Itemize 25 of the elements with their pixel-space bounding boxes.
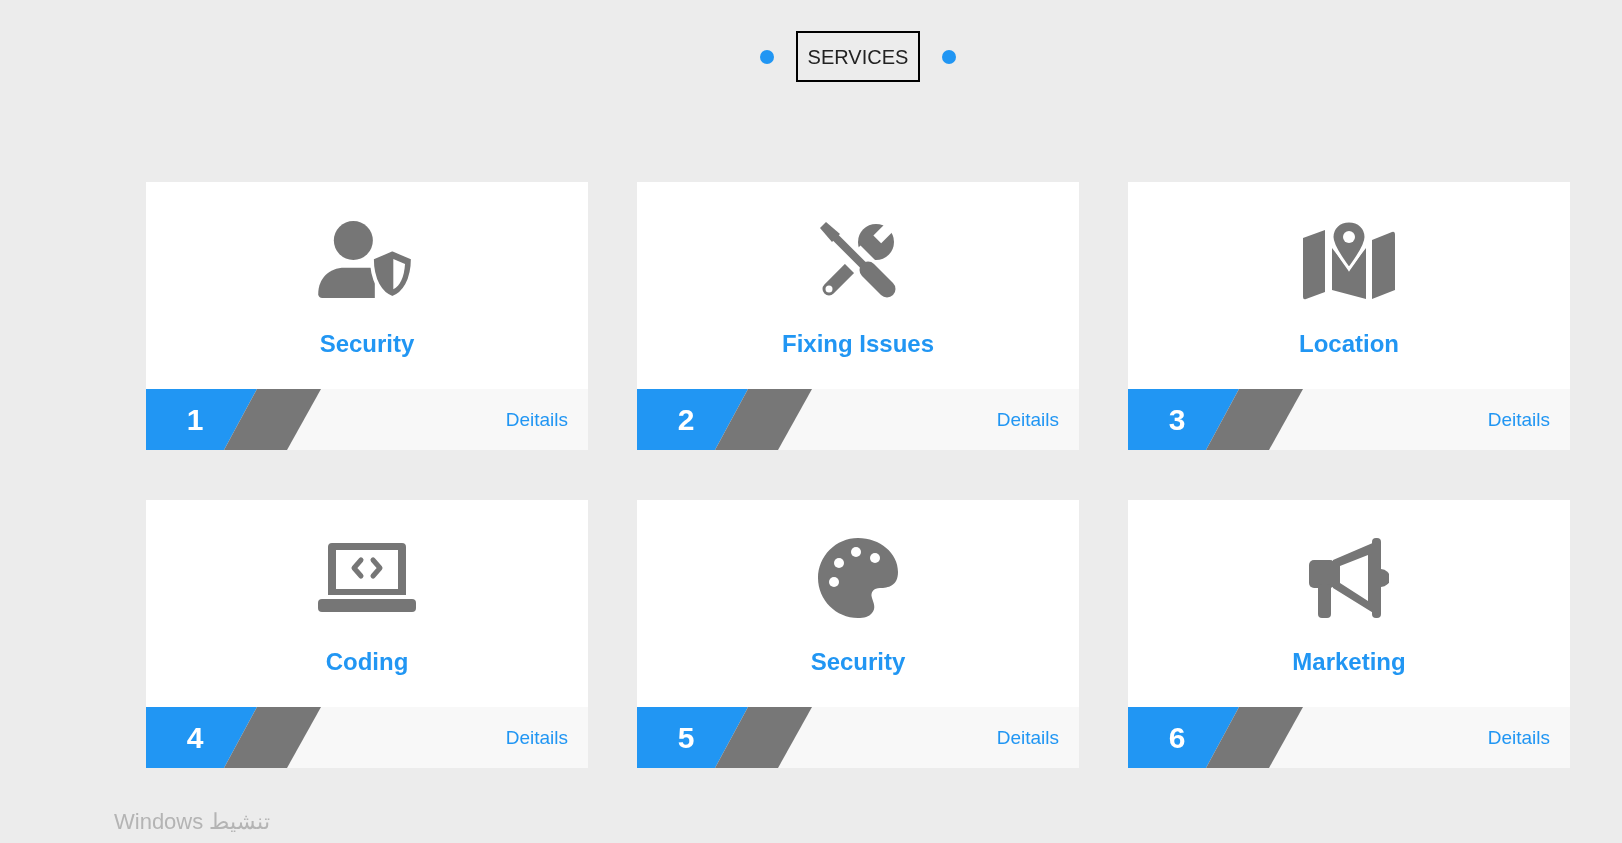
service-number: 6: [1168, 720, 1186, 755]
details-link[interactable]: Deitails: [1487, 725, 1550, 750]
service-title: Coding: [325, 647, 409, 677]
details-link[interactable]: Deitails: [505, 407, 568, 432]
service-title: Fixing Issues: [781, 329, 935, 359]
service-number: 1: [186, 402, 204, 437]
details-link[interactable]: Deitails: [505, 725, 568, 750]
details-link[interactable]: Deitails: [1487, 407, 1550, 432]
service-title: Location: [1299, 329, 1399, 359]
service-number: 3: [1168, 402, 1186, 437]
wrench-screwdriver-icon: [818, 220, 898, 300]
service-number: 5: [677, 720, 695, 755]
service-title: Security: [319, 329, 415, 359]
details-link[interactable]: Deitails: [996, 407, 1059, 432]
laptop-code-icon: [318, 543, 416, 613]
service-number: 4: [186, 720, 204, 755]
service-number: 2: [677, 402, 695, 437]
service-title: Security: [810, 647, 906, 677]
activation-notice: تنشيط Windows: [114, 808, 271, 836]
section-title: SERVICES: [795, 31, 921, 82]
megaphone-icon: [1309, 538, 1389, 618]
palette-icon: [818, 538, 898, 618]
service-title: Marketing: [1292, 647, 1406, 677]
map-pin-icon: [1303, 220, 1395, 300]
details-link[interactable]: Deitails: [996, 725, 1059, 750]
